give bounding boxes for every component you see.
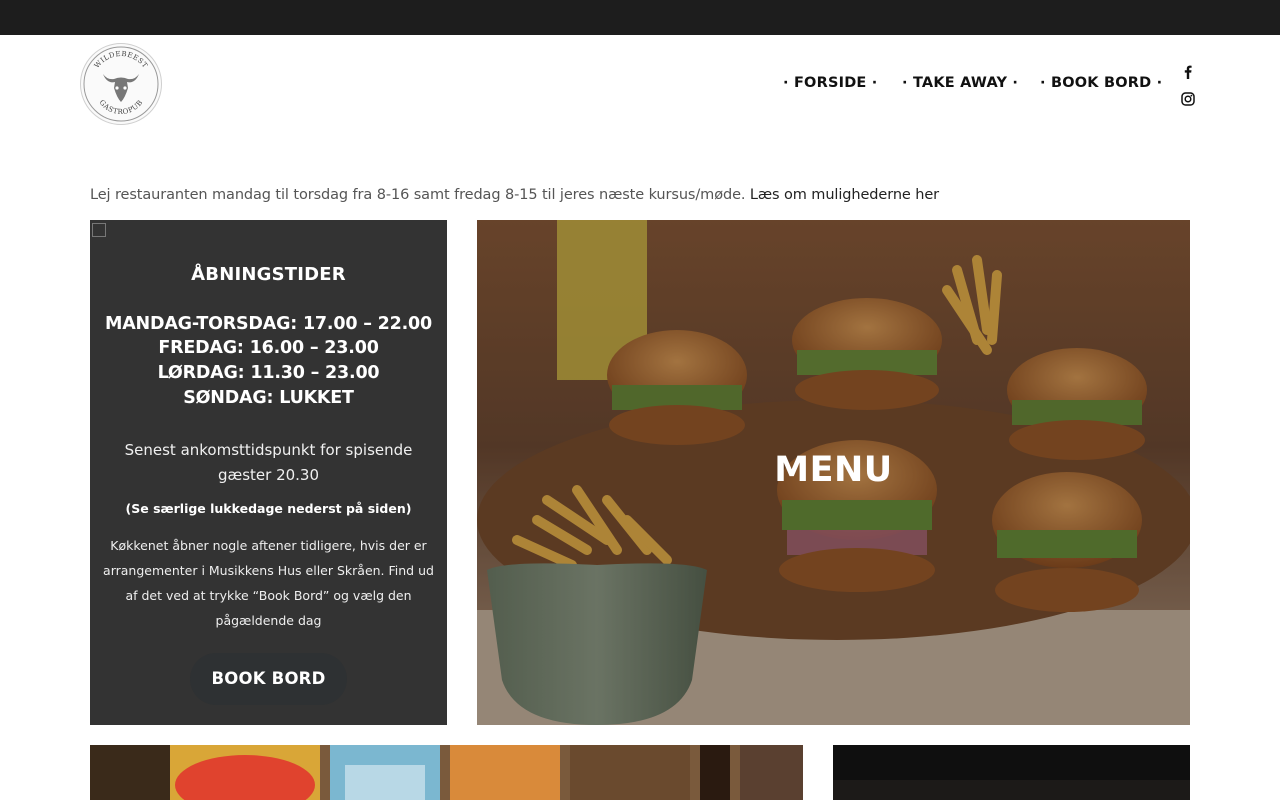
opening-hours-panel: ÅBNINGSTIDER MANDAG-TORSDAG: 17.00 – 22.… <box>90 220 447 725</box>
dark-tile[interactable] <box>833 745 1190 800</box>
latest-arrival-text: Senest ankomsttidspunkt for spisende gæs… <box>124 441 413 484</box>
menu-label: MENU <box>774 450 893 490</box>
special-closing-days-text: (Se særlige lukkedage nederst på siden) <box>125 501 412 516</box>
rental-notice: Lej restauranten mandag til torsdag fra … <box>90 187 939 203</box>
dark-photo <box>833 745 1190 800</box>
opening-hours-title: ÅBNINGSTIDER <box>191 264 346 285</box>
nav-book-bord[interactable]: · BOOK BORD · <box>1040 75 1162 97</box>
hours-line: LØRDAG: 11.30 – 23.00 <box>157 363 380 383</box>
hours-line: SØNDAG: LUKKET <box>183 388 354 408</box>
broken-image-icon <box>92 223 106 237</box>
book-bord-button[interactable]: BOOK BORD <box>190 653 347 705</box>
nav-forside[interactable]: · FORSIDE · <box>783 75 878 97</box>
hours-line: FREDAG: 16.00 – 23.00 <box>158 338 379 358</box>
wildebeest-logo[interactable]: WILDEBEEST GASTROPUB <box>80 43 162 125</box>
instagram-icon[interactable] <box>1180 91 1196 107</box>
drinks-photo <box>90 745 803 800</box>
nav-take-away[interactable]: · TAKE AWAY · <box>902 75 1018 97</box>
rental-info-link[interactable]: Læs om mulighederne her <box>750 187 939 203</box>
rental-notice-text: Lej restauranten mandag til torsdag fra … <box>90 187 750 203</box>
hours-line: MANDAG-TORSDAG: 17.00 – 22.00 <box>105 314 432 334</box>
kitchen-note-text: Køkkenet åbner nogle aftener tidligere, … <box>103 538 434 628</box>
facebook-icon[interactable] <box>1180 64 1196 80</box>
menu-tile[interactable]: MENU <box>477 220 1190 725</box>
drinks-tile[interactable] <box>90 745 803 800</box>
top-bar <box>0 0 1280 35</box>
